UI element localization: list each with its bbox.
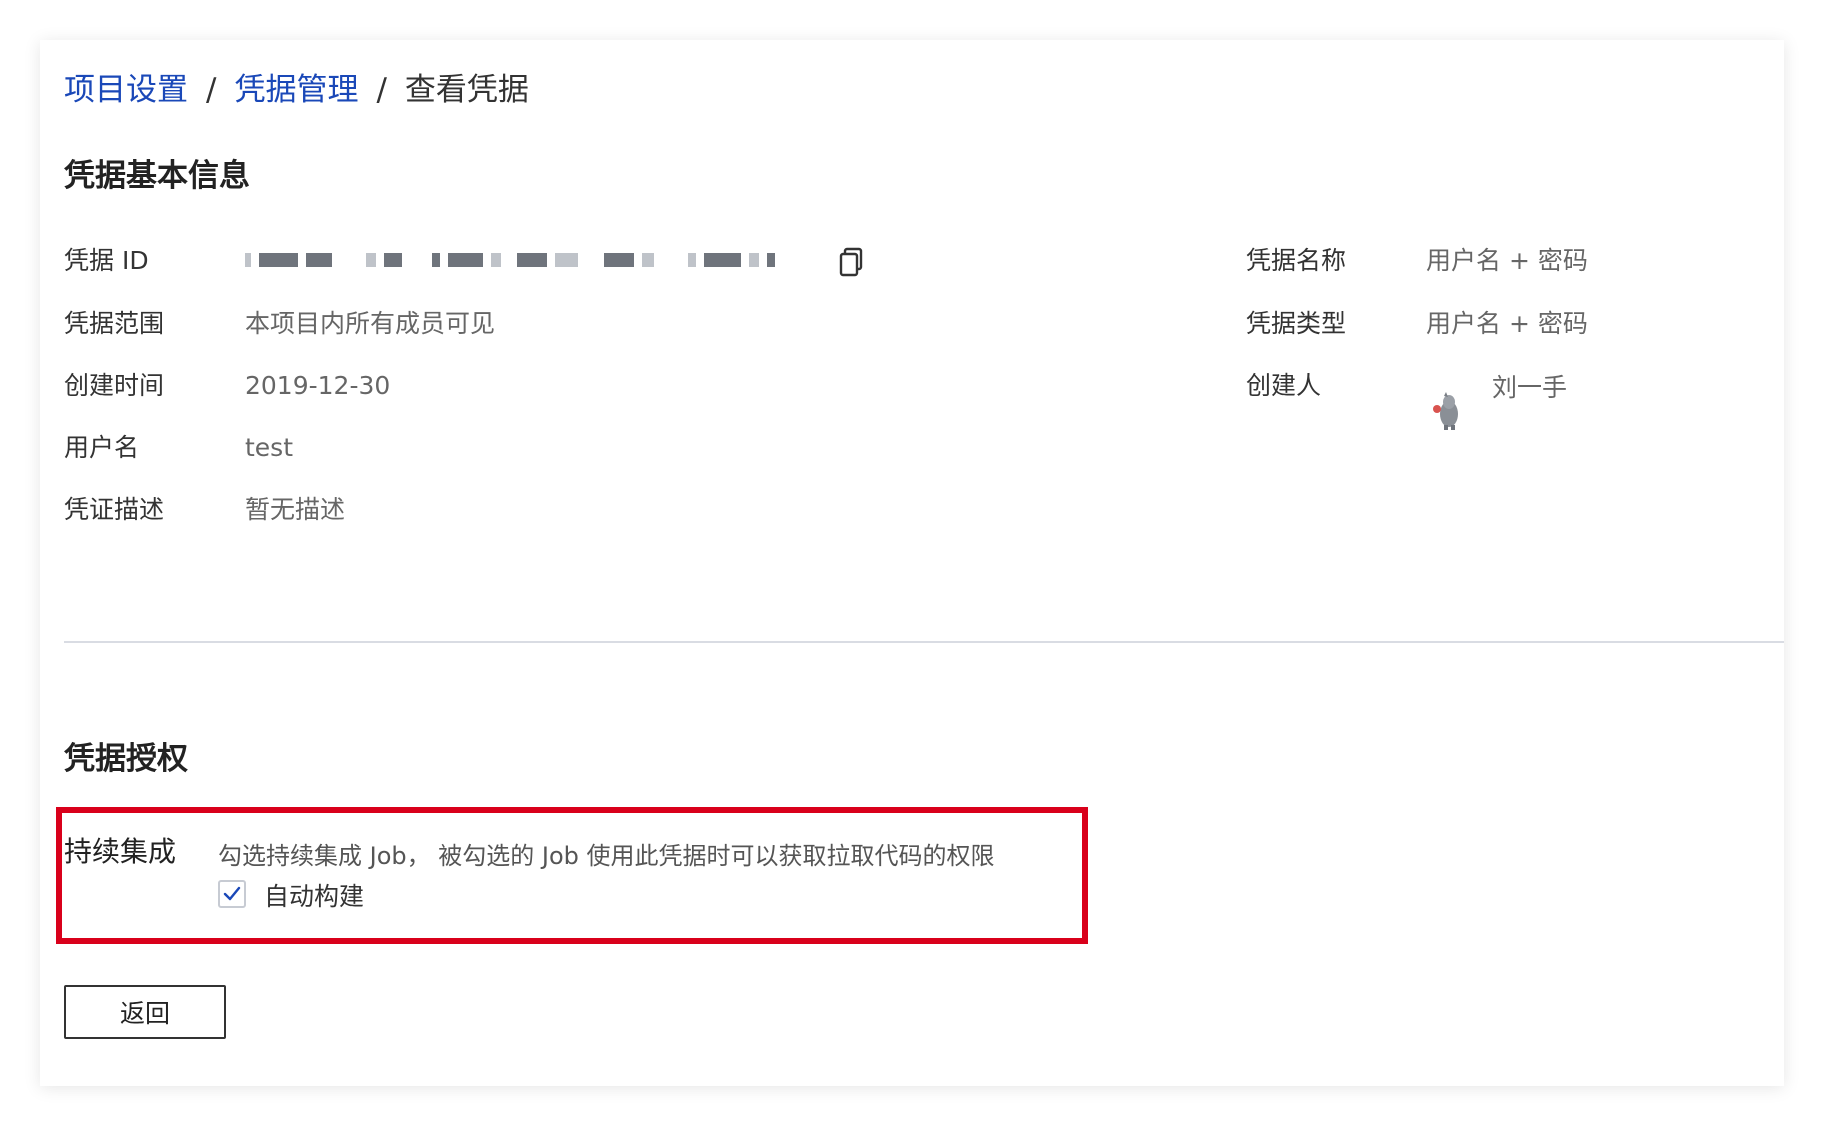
ci-label: 持续集成 (64, 835, 177, 868)
breadcrumb-separator: / (376, 72, 387, 108)
credential-id-value-masked (245, 245, 775, 275)
username-value: test (245, 433, 294, 462)
breadcrumb-separator: / (206, 72, 217, 108)
copy-icon[interactable] (838, 247, 864, 277)
created-time-label: 创建时间 (64, 371, 165, 400)
breadcrumb-current: 查看凭据 (404, 72, 529, 108)
credential-scope-label: 凭据范围 (64, 309, 165, 338)
credential-id-label: 凭据 ID (64, 246, 149, 275)
description-value: 暂无描述 (245, 495, 346, 524)
credential-detail-card: 项目设置 / 凭据管理 / 查看凭据 凭据基本信息 凭据 ID 凭据范围 本项目… (40, 40, 1784, 1086)
breadcrumb-credential-management[interactable]: 凭据管理 (234, 68, 358, 112)
auto-build-label[interactable]: 自动构建 (264, 877, 364, 913)
credential-type-label: 凭据类型 (1246, 309, 1347, 338)
credential-scope-value: 本项目内所有成员可见 (245, 309, 496, 338)
description-label: 凭证描述 (64, 495, 165, 524)
authorization-title: 凭据授权 (64, 741, 188, 777)
username-label: 用户名 (64, 433, 140, 462)
breadcrumb: 项目设置 / 凭据管理 / 查看凭据 (64, 68, 529, 112)
credential-name-value: 用户名 + 密码 (1426, 246, 1588, 275)
ci-highlight-box (56, 807, 1088, 944)
creator-value: 刘一手 (1492, 373, 1568, 402)
breadcrumb-project-settings[interactable]: 项目设置 (64, 68, 188, 112)
section-divider (64, 641, 1784, 643)
credential-name-label: 凭据名称 (1246, 246, 1347, 275)
basic-info-title: 凭据基本信息 (64, 158, 250, 194)
user-avatar-icon (1433, 392, 1458, 430)
ci-description: 勾选持续集成 Job， 被勾选的 Job 使用此凭据时可以获取拉取代码的权限 (218, 842, 995, 870)
checkmark-icon (223, 886, 241, 901)
credential-type-value: 用户名 + 密码 (1426, 309, 1588, 338)
back-button[interactable]: 返回 (64, 985, 226, 1039)
creator-label: 创建人 (1246, 371, 1322, 400)
created-time-value: 2019-12-30 (245, 371, 391, 400)
auto-build-checkbox[interactable] (218, 880, 246, 908)
